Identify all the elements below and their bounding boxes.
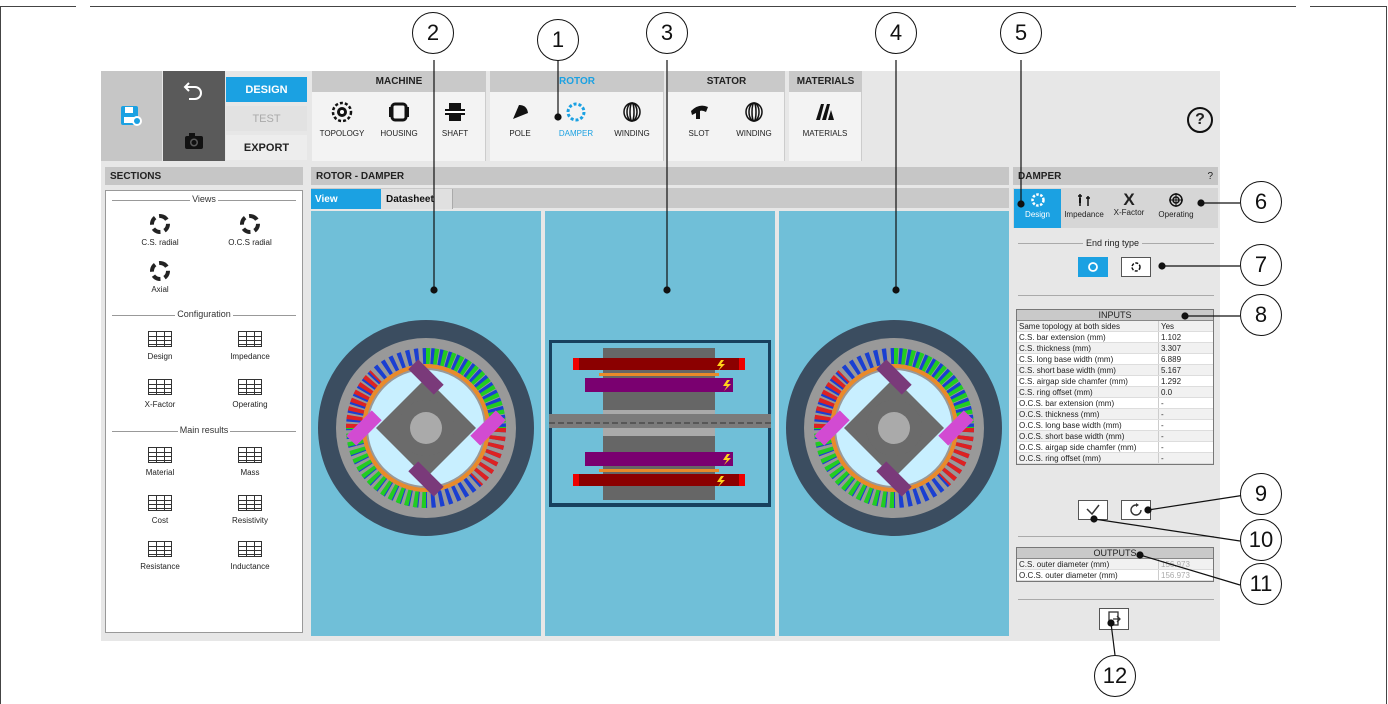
callout-2: 2: [412, 12, 454, 54]
callout-6: 6: [1240, 181, 1282, 223]
callout-10: 10: [1240, 519, 1282, 561]
callout-8: 8: [1240, 294, 1282, 336]
callout-7: 7: [1240, 244, 1282, 286]
callout-9: 9: [1240, 473, 1282, 515]
callout-3: 3: [646, 12, 688, 54]
callout-4: 4: [875, 12, 917, 54]
callout-11: 11: [1240, 563, 1282, 605]
callout-5: 5: [1000, 12, 1042, 54]
callout-1: 1: [537, 19, 579, 61]
leader-lines: [430, 60, 1246, 656]
callout-12: 12: [1094, 655, 1136, 697]
